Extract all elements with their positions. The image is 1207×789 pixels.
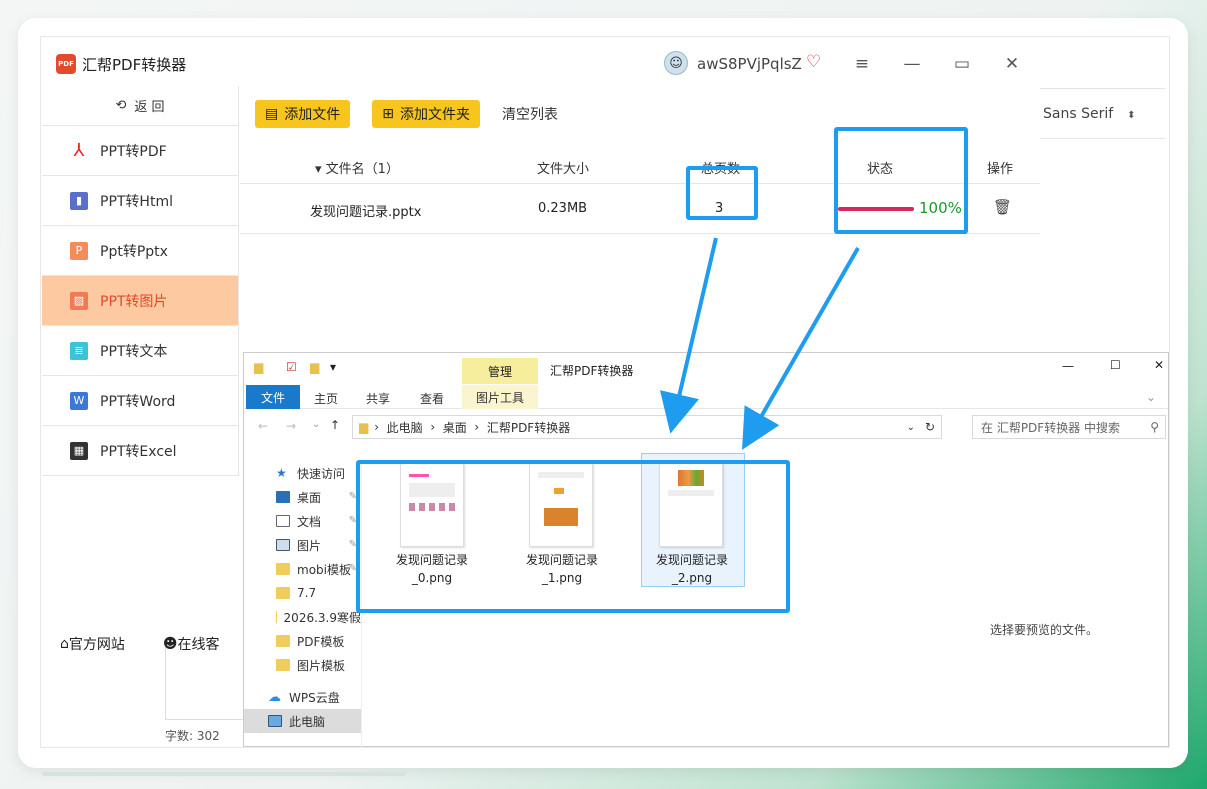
- arrow-status-to-files: [742, 247, 860, 450]
- annotation-arrows: [659, 237, 860, 450]
- arrow-pages-to-files: [659, 237, 718, 434]
